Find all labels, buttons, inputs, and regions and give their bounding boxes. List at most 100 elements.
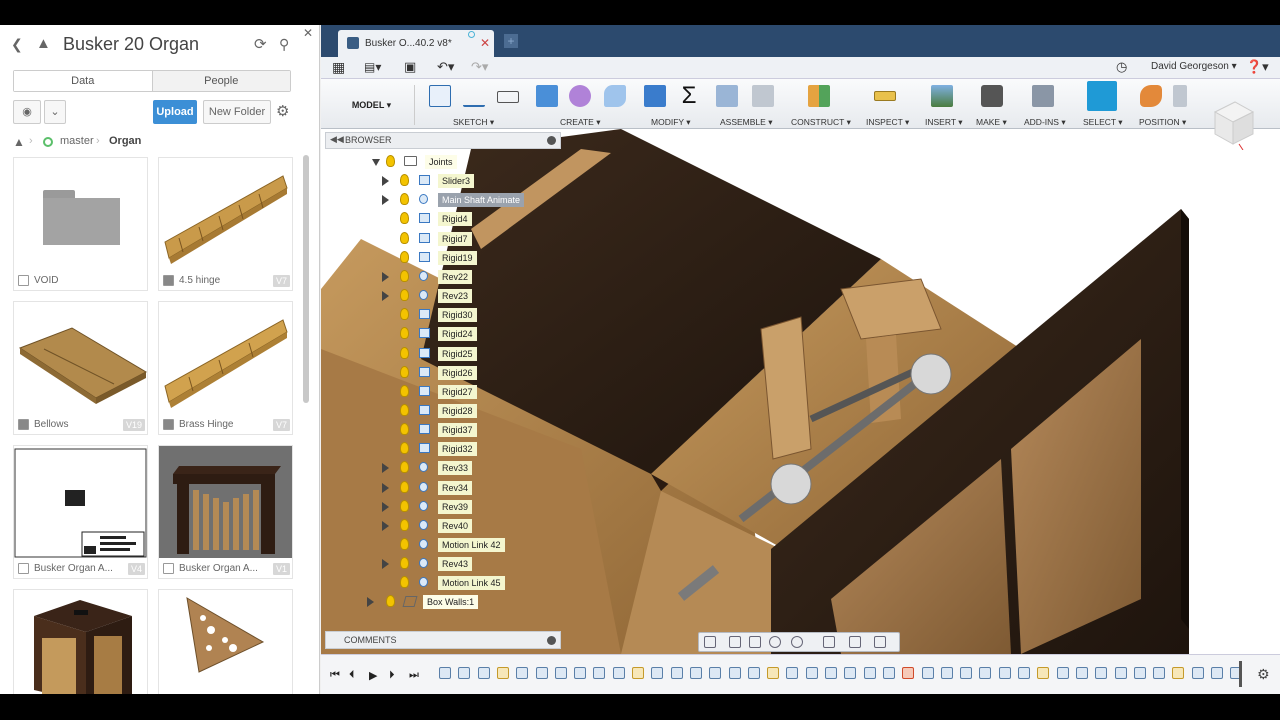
visibility-eye-icon[interactable]: ◉ [13, 100, 41, 124]
timeline-feature-icon[interactable] [1095, 667, 1108, 679]
timeline-feature-icon[interactable] [689, 667, 702, 679]
timeline-feature-icon[interactable] [670, 667, 683, 679]
modify-menu[interactable]: MODIFY ▾ [651, 117, 691, 128]
timeline-feature-icon[interactable] [632, 667, 644, 679]
timeline-feature-icon[interactable] [439, 667, 451, 679]
visibility-bulb-icon[interactable] [400, 250, 409, 263]
browser-header[interactable]: ◀◀ BROWSER [325, 132, 561, 149]
visibility-bulb-icon[interactable] [400, 576, 409, 589]
file-card[interactable] [158, 589, 293, 694]
tab-people[interactable]: People [152, 71, 290, 91]
timeline-feature-icon[interactable] [612, 667, 625, 679]
construct-menu[interactable]: CONSTRUCT ▾ [791, 117, 851, 128]
3d-print-icon[interactable] [981, 85, 1003, 107]
file-card[interactable] [13, 589, 148, 694]
construct-plane-icon[interactable] [808, 85, 830, 107]
pin-icon[interactable] [547, 136, 556, 145]
breadcrumb-organ[interactable]: Organ [109, 135, 141, 147]
joint-row[interactable]: Slider3 [360, 172, 560, 190]
timeline-feature-icon[interactable] [921, 667, 934, 679]
timeline-feature-icon[interactable] [1133, 667, 1146, 679]
tree-node-box-walls[interactable]: Box Walls:1 [360, 593, 560, 611]
timeline-feature-icon[interactable] [805, 667, 818, 679]
joint-row[interactable]: Rigid25 [360, 345, 560, 363]
collapse-double-arrow-icon[interactable]: ◀◀ [330, 134, 344, 145]
file-menu-icon[interactable]: ▤▾ [364, 61, 381, 73]
user-menu[interactable]: David Georgeson ▾ [1151, 61, 1237, 72]
joint-row[interactable]: Rev43 [360, 555, 560, 573]
go-to-end-icon[interactable]: ⏭ [409, 669, 419, 682]
hub-icon[interactable]: ▲ [13, 135, 25, 149]
joint-icon[interactable] [752, 85, 774, 107]
insert-image-icon[interactable] [931, 85, 953, 107]
box-icon[interactable] [536, 85, 558, 107]
workspace-switcher[interactable]: MODEL ▾ [329, 85, 415, 125]
line-icon[interactable] [463, 85, 485, 107]
expand-chevron-icon[interactable] [367, 597, 374, 608]
visibility-bulb-icon[interactable] [400, 403, 409, 416]
select-icon[interactable] [1087, 81, 1117, 111]
document-tab[interactable]: Busker O...40.2 v8* ✕ [338, 30, 494, 57]
expand-chevron-icon[interactable] [382, 520, 389, 531]
file-card[interactable]: Brass Hinge V7 [158, 301, 293, 435]
visibility-bulb-icon[interactable] [400, 269, 409, 282]
timeline-feature-icon[interactable] [574, 667, 587, 679]
expand-chevron-icon[interactable] [382, 463, 389, 474]
joint-row[interactable]: Rev39 [360, 498, 560, 516]
timeline-feature-icon[interactable] [979, 667, 992, 679]
timeline-feature-icon[interactable] [496, 667, 509, 679]
timeline-feature-icon[interactable] [1172, 667, 1185, 679]
joint-row[interactable]: Rigid28 [360, 402, 560, 420]
timeline-feature-icon[interactable] [786, 667, 799, 679]
visibility-bulb-icon[interactable] [386, 595, 395, 608]
timeline-feature-icon[interactable] [844, 667, 857, 679]
tree-node-joints[interactable]: Joints [360, 153, 560, 171]
visibility-bulb-icon[interactable] [400, 480, 409, 493]
timeline-feature-icon[interactable] [554, 667, 567, 679]
timeline-feature-icon[interactable] [1114, 667, 1127, 679]
timeline-feature-icon[interactable] [651, 667, 664, 679]
timeline-marker[interactable] [1239, 661, 1242, 687]
close-tab-icon[interactable]: ✕ [480, 36, 490, 50]
close-icon[interactable]: ✕ [303, 27, 313, 39]
add-comment-icon[interactable] [547, 636, 556, 645]
timeline-feature-icon[interactable] [535, 667, 548, 679]
help-icon[interactable]: ❓▾ [1246, 60, 1269, 73]
timeline-feature-icon[interactable] [960, 667, 973, 679]
sum-parameters-icon[interactable]: Σ [678, 84, 700, 108]
new-component-icon[interactable] [716, 85, 738, 107]
joint-row[interactable]: Rev33 [360, 459, 560, 477]
joint-row[interactable]: Rigid37 [360, 421, 560, 439]
visibility-bulb-icon[interactable] [400, 174, 409, 187]
step-back-icon[interactable]: ⏴ [349, 669, 355, 682]
visibility-bulb-icon[interactable] [400, 461, 409, 474]
insert-menu[interactable]: INSERT ▾ [925, 117, 963, 128]
expand-chevron-icon[interactable] [382, 271, 389, 282]
joint-row[interactable]: Rigid32 [360, 440, 560, 458]
undo-icon[interactable]: ↶▾ [437, 60, 454, 73]
scripts-addins-icon[interactable] [1032, 85, 1054, 107]
back-chevron-icon[interactable]: ❮ [11, 37, 23, 51]
visibility-bulb-icon[interactable] [400, 308, 409, 321]
step-forward-icon[interactable]: ⏵ [389, 669, 395, 682]
expand-chevron-icon[interactable] [382, 195, 389, 206]
view-cube[interactable] [1205, 98, 1257, 151]
sweep-icon[interactable] [604, 85, 626, 107]
timeline-feature-icon[interactable] [940, 667, 953, 679]
visibility-bulb-icon[interactable] [400, 346, 409, 359]
capture-position-icon[interactable] [1140, 85, 1162, 107]
joint-row[interactable]: Rigid4 [360, 210, 560, 228]
sphere-mesh-icon[interactable] [569, 85, 591, 107]
expand-chevron-icon[interactable] [372, 159, 380, 166]
expand-chevron-icon[interactable] [382, 559, 389, 570]
timeline-feature-icon[interactable] [747, 667, 760, 679]
fit-zoom-icon[interactable] [791, 636, 803, 648]
file-card[interactable]: Bellows V19 [13, 301, 148, 435]
timeline-feature-icon[interactable] [902, 667, 915, 679]
visibility-bulb-icon[interactable] [400, 231, 409, 244]
new-tab-icon[interactable]: + [504, 34, 518, 48]
joint-row[interactable]: Rigid24 [360, 325, 560, 343]
timeline-feature-icon[interactable] [1191, 667, 1204, 679]
rectangle-icon[interactable] [497, 91, 519, 103]
timeline-feature-icon[interactable] [825, 667, 837, 679]
